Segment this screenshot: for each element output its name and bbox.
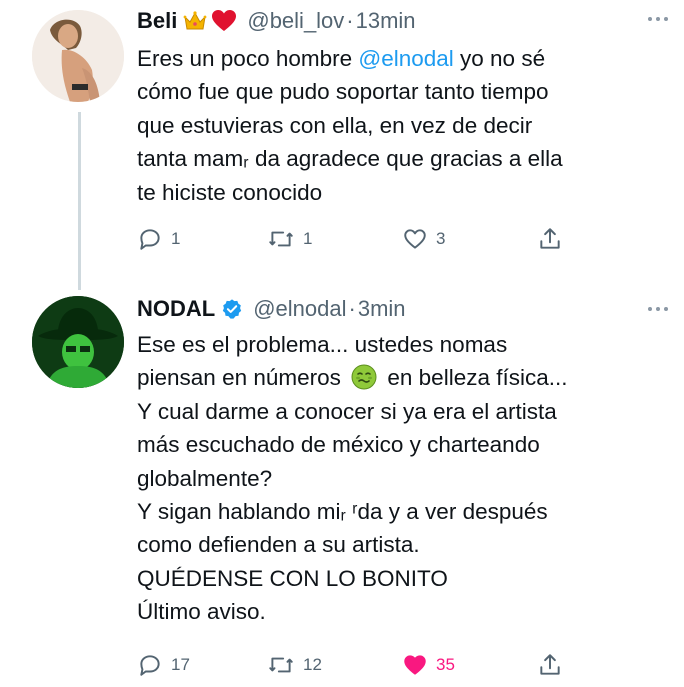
text-segment: como defienden a su artista.	[137, 532, 420, 558]
handle[interactable]: @beli_lov	[247, 8, 344, 34]
like-icon	[404, 655, 426, 675]
text-segment: tanta mam⁠ᵣ da agradece que gracias a el…	[137, 146, 563, 172]
share-icon	[540, 228, 560, 249]
avatar[interactable]	[32, 10, 124, 102]
handle[interactable]: @elnodal	[253, 296, 346, 322]
reply-count: 17	[171, 655, 190, 674]
tweet-beli[interactable]: Beli @beli_lov · 13min Eres un poco homb…	[0, 0, 684, 290]
separator: ·	[348, 296, 356, 321]
tweet-text: Ese es el problema... ustedes nomas piens…	[137, 328, 660, 629]
timestamp[interactable]: 3min	[358, 296, 406, 322]
display-name[interactable]: NODAL	[137, 296, 215, 322]
text-segment: yo no sé	[453, 46, 546, 71]
more-icon[interactable]	[646, 304, 670, 314]
text-segment: Eres un poco hombre	[137, 46, 359, 71]
tweet-text-line: QUÉDENSE CON LO BONITO	[137, 562, 660, 595]
like-button[interactable]: 35	[402, 650, 455, 680]
tweet-nodal[interactable]: NODAL @elnodal · 3min Ese es el problema…	[0, 290, 684, 687]
tweet-text-line: globalmente?	[137, 462, 660, 495]
share-button[interactable]	[537, 224, 563, 254]
tweet-header: NODAL @elnodal · 3min	[137, 290, 660, 328]
text-segment: que estuvieras con ella, en vez de decir	[137, 112, 533, 138]
separator: ·	[346, 8, 354, 33]
mention-link[interactable]: @elnodal	[358, 46, 453, 71]
text-segment: Y cual darme a conocer si ya era el arti…	[137, 398, 557, 424]
verified-icon	[223, 299, 242, 319]
text-segment: en belleza física...	[381, 365, 568, 391]
tweet-text-line: piensan en números en belleza física...	[137, 361, 660, 394]
crown-icon	[183, 11, 207, 30]
avatar-image	[32, 296, 124, 388]
tweet-text-line: más escuchado de méxico y charteando	[137, 428, 660, 461]
tweet-text-line: Y sigan hablando mi⁠ᵣ ʳda y a ver despué…	[137, 495, 660, 528]
share-icon	[540, 654, 560, 675]
like-count: 35	[436, 655, 455, 674]
retweet-button[interactable]: 1	[267, 224, 312, 254]
tweet-text-line: cómo fue que pudo soportar tanto tiempo	[137, 75, 660, 108]
like-button[interactable]: 3	[402, 224, 445, 254]
like-count: 3	[436, 229, 446, 248]
retweet-icon	[269, 231, 293, 247]
red-heart-icon	[212, 10, 237, 31]
text-segment: Ese es el problema... ustedes nomas	[137, 332, 508, 357]
retweet-count: 12	[303, 655, 322, 674]
tweet-text-line: Y cual darme a conocer si ya era el arti…	[137, 395, 660, 428]
tweet-header: Beli @beli_lov · 13min	[137, 2, 660, 40]
tweet-actions: 17 12 35	[137, 650, 577, 680]
tweet-text: Eres un poco hombre @elnodal yo no sé cóm…	[137, 42, 660, 209]
retweet-button[interactable]: 12	[267, 650, 322, 680]
like-icon	[404, 229, 426, 249]
tweet-text-line: como defienden a su artista.	[137, 528, 660, 561]
text-segment: te hiciste conocido	[137, 179, 323, 205]
reply-icon	[140, 655, 160, 676]
tweet-text-line: tanta mam⁠ᵣ da agradece que gracias a el…	[137, 142, 660, 175]
retweet-count: 1	[303, 229, 313, 248]
reply-button[interactable]: 17	[137, 650, 190, 680]
tweet-text-line: te hiciste conocido	[137, 176, 660, 209]
tweet-text-line: Último aviso.	[137, 595, 660, 628]
reply-button[interactable]: 1	[137, 224, 180, 254]
display-name[interactable]: Beli	[137, 8, 177, 34]
tweet-text-line: Eres un poco hombre @elnodal yo no sé	[137, 42, 660, 75]
reply-count: 1	[171, 229, 181, 248]
tweet-text-line: que estuvieras con ella, en vez de decir	[137, 109, 660, 142]
avatar[interactable]	[32, 296, 124, 388]
tweet-actions: 1 1 3	[137, 224, 577, 254]
text-segment: piensan en números	[137, 365, 348, 391]
nauseated-face-emoji-icon	[351, 364, 377, 390]
text-segment: QUÉDENSE CON LO BONITO	[137, 565, 448, 591]
tweet-text-line: Ese es el problema... ustedes nomas	[137, 328, 660, 361]
text-segment: Último aviso.	[137, 599, 266, 625]
text-segment: globalmente?	[137, 465, 273, 491]
share-button[interactable]	[537, 650, 563, 680]
text-segment: más escuchado de méxico y charteando	[137, 432, 540, 458]
avatar-image	[32, 10, 124, 102]
retweet-icon	[269, 657, 293, 673]
timestamp[interactable]: 13min	[356, 8, 416, 34]
text-segment: cómo fue que pudo soportar tanto tiempo	[137, 79, 549, 105]
more-icon[interactable]	[646, 14, 670, 24]
text-segment: Y sigan hablando mi⁠ᵣ ʳda y a ver despué…	[137, 499, 548, 525]
reply-icon	[140, 229, 160, 250]
